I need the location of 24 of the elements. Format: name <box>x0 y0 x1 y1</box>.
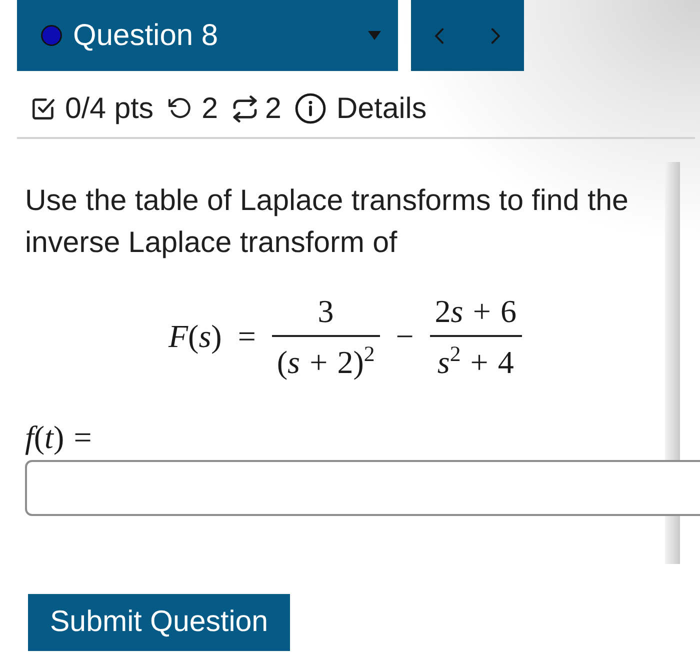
equals-sign: = <box>238 318 256 354</box>
submit-button[interactable]: Submit Question <box>28 594 290 650</box>
chevron-left-icon <box>434 28 444 44</box>
undo-icon <box>168 98 192 120</box>
answer-field[interactable] <box>25 460 700 516</box>
checkbox-tick-icon <box>32 98 55 120</box>
denominator: s$^{2}$ + 4 <box>436 340 515 380</box>
numerator: 3 <box>316 293 335 331</box>
denominator: (s + 2)$^{2}$ <box>276 340 376 380</box>
repeat-count: 2 <box>264 92 282 126</box>
caret-down-icon <box>368 31 381 40</box>
undo-count: 2 <box>202 92 218 126</box>
status-dot-icon <box>41 25 62 46</box>
repeat-icon <box>232 94 258 122</box>
answer-label: f(t) = <box>25 418 92 454</box>
equation-lhs: F(s) <box>168 318 222 354</box>
points-text: 0/4 pts <box>65 92 154 126</box>
details-button[interactable]: Details <box>295 92 427 126</box>
question-dropdown[interactable]: Question 8 <box>17 0 398 71</box>
numerator: 2s + 6 <box>434 293 518 331</box>
info-icon <box>295 93 326 124</box>
question-text: Use the table of Laplace transforms to find the inverse Laplace transform of <box>25 183 630 261</box>
minus-sign: − <box>396 318 414 354</box>
chevron-right-icon <box>490 28 501 44</box>
